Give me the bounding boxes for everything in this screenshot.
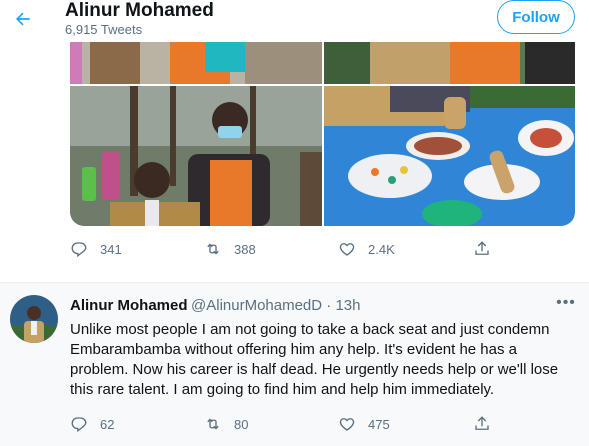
retweet-icon [207, 418, 219, 430]
reply-button[interactable]: 62 [70, 412, 114, 436]
author-handle[interactable]: @AlinurMohamedD [191, 297, 322, 314]
tweet2[interactable]: Alinur Mohamed @AlinurMohamedD · 13h •••… [0, 283, 589, 446]
retweet-button[interactable]: 80 [204, 412, 248, 436]
follow-button[interactable]: Follow [497, 0, 575, 34]
like-icon [339, 418, 355, 431]
retweet-button[interactable]: 388 [204, 237, 256, 261]
reply-count: 341 [100, 241, 122, 257]
tweet-text: Unlike most people I am not going to tak… [70, 321, 559, 398]
tweet1-action-bar: 341 388 2.4K [70, 237, 510, 261]
reply-button[interactable]: 341 [70, 237, 122, 261]
retweet-count: 80 [234, 416, 249, 432]
tweet-count: 6,915 Tweets [65, 22, 143, 37]
share-button[interactable] [473, 412, 491, 436]
author-handle-time: @AlinurMohamedD · 13h [191, 297, 361, 314]
share-button[interactable] [473, 237, 491, 261]
tweet-media-grid[interactable] [70, 42, 575, 226]
like-button[interactable]: 475 [338, 412, 390, 436]
more-button[interactable]: ••• [554, 293, 578, 313]
retweet-icon [207, 243, 219, 255]
media-photo-food-table[interactable] [324, 86, 575, 226]
reply-count: 62 [100, 416, 115, 432]
more-icon: ••• [556, 294, 576, 311]
media-photo-top-left[interactable] [70, 42, 322, 84]
share-icon [475, 241, 489, 255]
author-name[interactable]: Alinur Mohamed [70, 297, 188, 314]
like-button[interactable]: 2.4K [338, 237, 395, 261]
share-icon [475, 416, 489, 430]
reply-icon [71, 242, 87, 258]
like-icon [339, 243, 355, 256]
avatar[interactable] [10, 295, 58, 343]
profile-name-title: Alinur Mohamed [65, 0, 214, 21]
tweet2-action-bar: 62 80 475 [70, 412, 510, 436]
profile-header: Alinur Mohamed 6,915 Tweets Follow [0, 0, 589, 42]
retweet-count: 388 [234, 241, 256, 257]
back-arrow-icon [16, 12, 30, 26]
back-button[interactable] [6, 2, 40, 36]
like-count: 2.4K [368, 241, 395, 257]
media-photo-top-right[interactable] [324, 42, 575, 84]
like-count: 475 [368, 416, 390, 432]
separator-dot: · [326, 297, 332, 314]
tweet-time[interactable]: 13h [335, 297, 360, 314]
media-photo-cook[interactable] [70, 86, 322, 226]
reply-icon [71, 417, 87, 433]
